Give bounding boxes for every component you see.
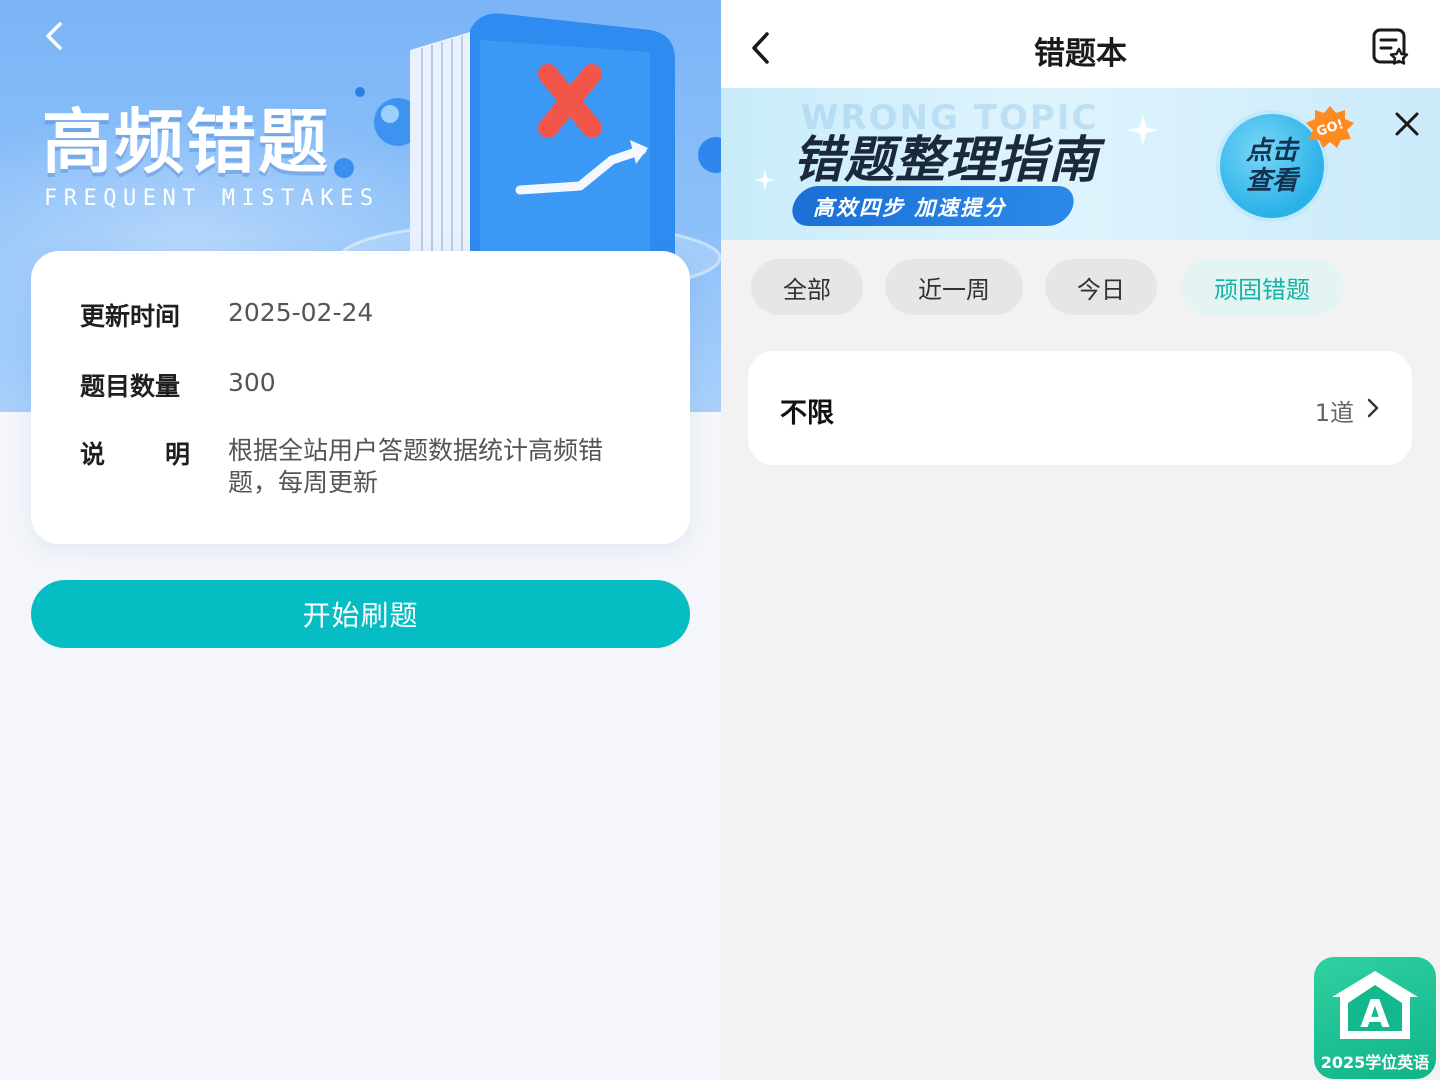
list-item[interactable]: 不限 1道 xyxy=(748,351,1412,465)
start-practice-button[interactable]: 开始刷题 xyxy=(31,580,690,648)
sparkle-icon xyxy=(1127,114,1159,146)
top-navigation-bar: 错题本 xyxy=(721,0,1440,88)
description-row: 说 明 根据全站用户答题数据统计高频错题，每周更新 xyxy=(80,435,638,499)
list-item-title: 不限 xyxy=(780,398,834,429)
go-badge-icon: GO! xyxy=(1306,106,1354,148)
app-shortcut-label: 2025学位英语 xyxy=(1320,1053,1430,1072)
close-icon[interactable] xyxy=(1391,108,1423,140)
right-panel: 错题本 WRONG TOPIC 错题整理指南 高效四步 加速提分 点击 查看 G… xyxy=(721,0,1440,1080)
update-time-row: 更新时间 2025-02-24 xyxy=(80,297,638,333)
list-item-count: 1道 xyxy=(1314,399,1354,427)
description-label: 说 明 xyxy=(80,435,228,499)
description-label-char-1: 说 xyxy=(80,440,106,469)
banner-cta-line-1: 点击 xyxy=(1245,136,1298,166)
question-count-row: 题目数量 300 xyxy=(80,367,638,403)
tab-today[interactable]: 今日 xyxy=(1045,259,1157,315)
letter-a-house-icon: A xyxy=(1332,971,1418,1039)
left-panel: 高频错题 FREQUENT MISTAKES 更新时间 2025-02-24 题… xyxy=(0,0,721,1080)
tab-stubborn-mistakes[interactable]: 顽固错题 xyxy=(1181,259,1343,315)
mistake-guide-banner[interactable]: WRONG TOPIC 错题整理指南 高效四步 加速提分 点击 查看 GO! xyxy=(721,88,1440,240)
question-count-value: 300 xyxy=(228,368,276,397)
chevron-right-icon xyxy=(1367,398,1379,418)
description-label-char-2: 明 xyxy=(164,440,190,469)
update-time-value: 2025-02-24 xyxy=(228,298,374,327)
svg-text:A: A xyxy=(1360,992,1390,1036)
tab-last-week[interactable]: 近一周 xyxy=(885,259,1023,315)
tab-all[interactable]: 全部 xyxy=(751,259,863,315)
banner-subtitle: 高效四步 加速提分 xyxy=(813,196,1007,220)
banner-title: 错题整理指南 xyxy=(793,131,1099,189)
page-title: 错题本 xyxy=(1034,36,1127,72)
back-arrow-icon[interactable] xyxy=(36,16,76,56)
hero-title: 高频错题 xyxy=(42,101,330,183)
sparkle-icon xyxy=(754,169,776,191)
notebook-star-icon[interactable] xyxy=(1371,27,1409,67)
question-count-label: 题目数量 xyxy=(80,372,181,401)
banner-cta-line-2: 查看 xyxy=(1245,166,1298,196)
description-value: 根据全站用户答题数据统计高频错题，每周更新 xyxy=(228,436,604,497)
update-time-label: 更新时间 xyxy=(80,302,181,331)
info-card: 更新时间 2025-02-24 题目数量 300 说 明 根据全站用户答题数据统… xyxy=(31,251,690,544)
app-shortcut-button[interactable]: A 2025学位英语 xyxy=(1314,957,1436,1079)
